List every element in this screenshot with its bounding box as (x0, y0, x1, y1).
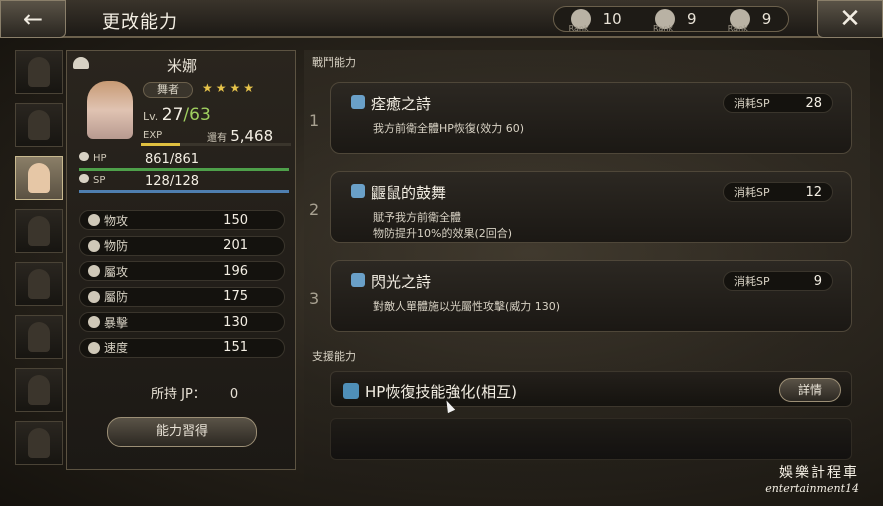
top-bar: ← 更改能力 10 9 9 ✕ (0, 0, 883, 38)
jp-display: 所持 JP： 0 (151, 387, 239, 402)
skill-name: 鼴鼠的鼓舞 (371, 184, 447, 202)
learn-ability-button[interactable]: 能力習得 (107, 417, 257, 447)
character-panel: 米娜 舞者 ★★★★ Lv. 27/63 EXP 還有 5,468 HP 861/… (66, 50, 296, 470)
skill-description: 賦予我方前衛全體 物防提升10%的效果(2回合) (373, 211, 513, 240)
rank-emblem-icon (653, 9, 675, 33)
stat-row: 屬防 175 (79, 286, 285, 307)
sp-cost: 消耗SP 12 (723, 182, 833, 202)
stat-icon (88, 341, 100, 354)
support-ability-name: HP恢復技能強化(相互) (365, 383, 518, 401)
back-button[interactable]: ← (0, 0, 66, 38)
party-portrait[interactable] (15, 156, 63, 200)
stat-icon (88, 316, 100, 328)
stat-icon (88, 214, 100, 226)
party-portrait[interactable] (15, 262, 63, 306)
battle-skill-slot[interactable]: 3 閃光之詩 消耗SP 9 對敵人單體施以光屬性攻擊(威力 130) (309, 260, 852, 332)
close-icon: ✕ (839, 4, 861, 34)
rank-item-2: 9 (653, 9, 697, 33)
skill-description: 我方前衛全體HP恢復(效力 60) (373, 122, 524, 135)
character-silhouette (28, 110, 50, 140)
character-name: 米娜 (166, 57, 197, 75)
character-silhouette (28, 428, 50, 458)
rarity-stars: ★★★★ (202, 81, 258, 95)
slot-number: 2 (309, 200, 320, 219)
detail-button[interactable]: 詳情 (779, 378, 841, 402)
character-silhouette (28, 57, 50, 87)
slot-number: 3 (309, 289, 320, 308)
character-silhouette (28, 375, 50, 405)
sp-cost: 消耗SP 9 (723, 271, 833, 291)
stat-row: 物攻 150 (79, 210, 285, 230)
stat-row: 物防 201 (79, 235, 285, 256)
rank-emblem-icon (569, 9, 591, 33)
character-silhouette (28, 163, 50, 193)
party-portrait[interactable] (15, 103, 63, 147)
sp-drop-icon (79, 174, 89, 183)
stat-icon (88, 239, 100, 252)
support-ability-icon (343, 383, 359, 399)
rank-item-3: 9 (728, 9, 771, 33)
stat-row: 速度 151 (79, 337, 285, 358)
stat-icon (88, 265, 100, 277)
character-silhouette (28, 216, 50, 246)
battle-skill-slot[interactable]: 2 鼴鼠的鼓舞 消耗SP 12 賦予我方前衛全體 物防提升10%的效果(2回合) (309, 171, 852, 243)
stat-row: 暴擊 130 (79, 312, 285, 332)
party-portrait[interactable] (15, 421, 63, 465)
slot-number: 1 (309, 111, 320, 130)
party-portrait[interactable] (15, 368, 63, 412)
character-silhouette (28, 269, 50, 299)
battle-section-label: 戰鬥能力 (312, 56, 356, 69)
rank-counter: 10 9 9 (553, 6, 789, 33)
battle-skill-slot[interactable]: 1 痊癒之詩 消耗SP 28 我方前衛全體HP恢復(效力 60) (309, 82, 852, 154)
skill-icon (351, 184, 365, 198)
character-silhouette (28, 322, 50, 352)
sp-cost: 消耗SP 28 (723, 93, 833, 113)
hp-row: HP 861/861 (79, 152, 289, 172)
game-screen: ← 更改能力 10 9 9 ✕ 米娜 舞者 ★★★★ Lv. 27/63 EXP… (0, 0, 883, 506)
back-arrow-icon: ← (22, 5, 44, 33)
skill-icon (351, 95, 365, 109)
party-portrait[interactable] (15, 315, 63, 359)
party-list (15, 50, 65, 470)
character-avatar (87, 81, 133, 139)
party-portrait[interactable] (15, 209, 63, 253)
exp-bar (141, 143, 291, 146)
skill-name: 痊癒之詩 (371, 95, 432, 113)
skill-description: 對敵人單體施以光屬性攻擊(威力 130) (373, 300, 561, 313)
support-section-label: 支援能力 (312, 350, 356, 363)
exp-label: EXP (143, 130, 163, 141)
stat-icon (88, 290, 100, 303)
level-display: Lv. 27/63 (143, 105, 211, 125)
skill-icon (351, 273, 365, 287)
party-portrait[interactable] (15, 50, 63, 94)
stat-row: 屬攻 196 (79, 261, 285, 281)
rank-emblem-icon (728, 9, 750, 33)
ability-panel: 戰鬥能力 1 痊癒之詩 消耗SP 28 我方前衛全體HP恢復(效力 60) 2 鼴鼠的鼓舞消… (304, 50, 870, 490)
page-title: 更改能力 (102, 12, 178, 33)
sp-row: SP 128/128 (79, 174, 289, 194)
job-badge: 舞者 (143, 82, 193, 98)
support-ability-slot[interactable]: HP恢復技能強化(相互) 詳情 (330, 371, 852, 407)
skill-name: 閃光之詩 (371, 273, 432, 291)
rank-item-1: 10 (569, 9, 622, 33)
watermark: 娛樂計程車 entertainment14 (765, 465, 859, 495)
support-ability-slot-empty[interactable] (330, 418, 852, 460)
heart-icon (79, 152, 89, 161)
close-button[interactable]: ✕ (817, 0, 883, 38)
